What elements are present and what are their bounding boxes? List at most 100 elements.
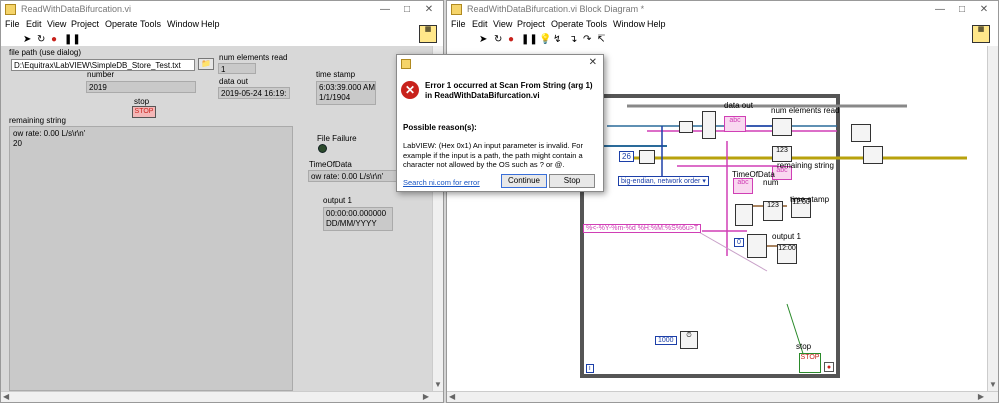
run-continuously-icon[interactable]: ↻	[494, 34, 502, 45]
step-out-icon[interactable]: ↸	[597, 34, 605, 45]
scan-from-string-node[interactable]	[702, 111, 716, 139]
scroll-right-icon[interactable]: ▶	[423, 392, 429, 401]
constant-26[interactable]: 26	[619, 151, 634, 162]
constant-zero[interactable]: 0	[734, 238, 744, 247]
menu-tools[interactable]: Tools	[586, 19, 607, 29]
data-out-label: data out	[219, 77, 248, 86]
menu-edit[interactable]: Edit	[472, 19, 488, 29]
error-title: Error 1 occurred at Scan From String (ar…	[425, 81, 593, 100]
format-date-node[interactable]	[747, 234, 767, 258]
block-diagram-title: ReadWithDataBifurcation.vi Block Diagram…	[467, 4, 645, 14]
number-indicator: 2019	[86, 81, 196, 93]
vertical-scrollbar[interactable]: ▼	[987, 46, 998, 391]
scan-node[interactable]	[639, 150, 655, 164]
abort-icon[interactable]: ●	[51, 34, 57, 45]
close-icon[interactable]: ✕	[974, 3, 994, 16]
highlight-execution-icon[interactable]: 💡	[539, 34, 551, 45]
horizontal-scrollbar[interactable]: ◀ ▶	[447, 391, 998, 402]
wait-ms-constant[interactable]: 1000	[655, 336, 677, 345]
remaining-string-indicator: ow rate: 0.00 L/s\r\n' 20	[9, 126, 293, 391]
close-icon[interactable]: ✕	[419, 3, 439, 16]
menu-project[interactable]: Project	[517, 19, 545, 29]
menu-view[interactable]: View	[47, 19, 66, 29]
run-continuously-icon[interactable]: ↻	[37, 34, 45, 45]
time-stamp-date: 1/1/1904	[319, 93, 351, 102]
menu-window[interactable]: Window	[167, 19, 199, 29]
time-stamp-label: time stamp	[316, 70, 356, 79]
menu-tools[interactable]: Tools	[140, 19, 161, 29]
num-terminal: 123	[763, 201, 783, 221]
run-arrow-icon[interactable]: ➤	[479, 34, 487, 45]
menu-view[interactable]: View	[493, 19, 512, 29]
scroll-down-icon[interactable]: ▼	[434, 380, 442, 389]
reasons-heading: Possible reason(s):	[403, 123, 477, 132]
remaining-string-label: remaining string	[9, 116, 66, 125]
stop-button[interactable]: STOP	[132, 106, 156, 118]
menu-help[interactable]: Help	[201, 19, 220, 29]
write-file-node-1[interactable]	[851, 124, 871, 142]
output-1-indicator: 00:00:00.000000 DD/MM/YYYY	[323, 207, 393, 231]
front-panel-canvas: file path (use dialog) D:\Equitrax\LabVI…	[1, 46, 443, 402]
menu-operate[interactable]: Operate	[105, 19, 138, 29]
stop-dialog-button[interactable]: Stop	[549, 174, 595, 188]
format-string-constant[interactable]: %<-%Y-%m-%d %H:%M:%S%6u>T	[583, 224, 702, 233]
minimize-icon[interactable]: —	[375, 3, 395, 16]
pause-icon[interactable]: ❚❚	[521, 34, 538, 45]
scroll-left-icon[interactable]: ◀	[3, 392, 9, 401]
menu-file[interactable]: File	[451, 19, 466, 29]
vi-connector-icon: ▦	[419, 25, 437, 43]
time-stamp-indicator: 6:03:39.000 AM 1/1/1904	[316, 81, 376, 105]
maximize-icon[interactable]: □	[952, 3, 972, 16]
file-path-label: file path (use dialog)	[9, 48, 82, 57]
label-num: num	[763, 178, 779, 187]
step-into-icon[interactable]: ↴	[569, 34, 577, 45]
error-icon: ✕	[401, 81, 419, 99]
search-ni-link[interactable]: Search ni.com for error	[403, 178, 480, 187]
string-to-timestamp-node[interactable]	[735, 204, 753, 226]
browse-folder-icon[interactable]: 📁	[198, 58, 214, 70]
front-panel-toolbar: ➤ ↻ ● ❚❚	[1, 33, 443, 46]
num-elements-label: num elements read	[219, 53, 288, 62]
menu-edit[interactable]: Edit	[26, 19, 42, 29]
iteration-terminal: i	[586, 364, 594, 373]
run-arrow-icon[interactable]: ➤	[23, 34, 31, 45]
time-of-data-terminal: abc	[733, 178, 753, 194]
menu-project[interactable]: Project	[71, 19, 99, 29]
retain-wire-values-icon[interactable]: ↯	[553, 34, 561, 45]
horizontal-scrollbar[interactable]: ◀ ▶	[1, 391, 443, 402]
read-file-node[interactable]	[679, 121, 693, 133]
block-diagram-titlebar: ReadWithDataBifurcation.vi Block Diagram…	[447, 1, 998, 18]
loop-condition-icon[interactable]: ●	[824, 362, 834, 372]
endian-enum-constant[interactable]: big-endian, network order ▾	[618, 176, 709, 186]
remaining-string-line2: 20	[13, 139, 22, 148]
front-panel-window: ReadWithDataBifurcation.vi — □ ✕ File Ed…	[0, 0, 444, 403]
minimize-icon[interactable]: —	[930, 3, 950, 16]
front-panel-menubar: File Edit View Project Operate Tools Win…	[1, 18, 443, 33]
menu-file[interactable]: File	[5, 19, 20, 29]
num-elements-terminal	[772, 118, 792, 136]
scroll-left-icon[interactable]: ◀	[449, 392, 455, 401]
wait-ms-node[interactable]: ⏱	[680, 331, 698, 349]
error-dialog: ✕ ✕ Error 1 occurred at Scan From String…	[396, 54, 604, 192]
continue-button[interactable]: Continue	[501, 174, 547, 188]
time-of-data-indicator: ow rate: 0.00 L/s\r\n'	[308, 170, 398, 182]
step-over-icon[interactable]: ↷	[583, 34, 591, 45]
stop-label: stop	[134, 97, 150, 106]
num-elements-indicator: 1	[218, 63, 256, 74]
output-1-time: 00:00:00.000000	[326, 209, 387, 218]
menu-operate[interactable]: Operate	[551, 19, 584, 29]
block-diagram-toolbar: ➤ ↻ ● ❚❚ 💡 ↯ ↴ ↷ ↸	[447, 33, 998, 46]
data-out-indicator: 2019-05-24 16:19:	[218, 87, 290, 99]
close-icon[interactable]: ✕	[589, 57, 597, 68]
write-file-node-2[interactable]	[863, 146, 883, 164]
menu-help[interactable]: Help	[647, 19, 666, 29]
maximize-icon[interactable]: □	[397, 3, 417, 16]
menu-window[interactable]: Window	[613, 19, 645, 29]
pause-icon[interactable]: ❚❚	[64, 34, 81, 45]
time-of-data-label: TimeOfData	[309, 160, 352, 169]
abort-icon[interactable]: ●	[508, 34, 514, 45]
file-failure-label: File Failure	[317, 134, 357, 143]
remaining-string-line1: ow rate: 0.00 L/s\r\n'	[13, 129, 86, 138]
scroll-down-icon[interactable]: ▼	[989, 380, 997, 389]
scroll-right-icon[interactable]: ▶	[978, 392, 984, 401]
